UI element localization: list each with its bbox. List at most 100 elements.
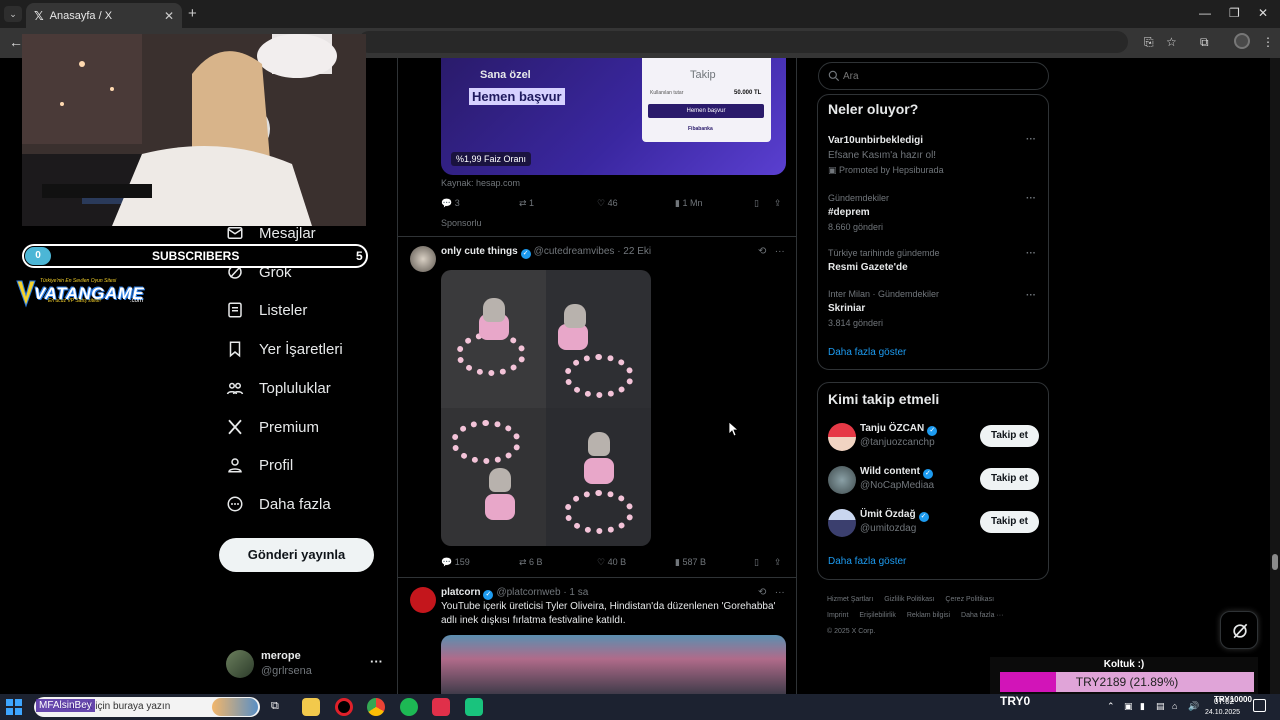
follow-suggestion-name[interactable]: Wild content ✓ — [860, 466, 936, 479]
chrome-menu-icon[interactable]: ⋮ — [1262, 35, 1274, 49]
tab-search-button[interactable]: ⌄ — [4, 6, 22, 22]
post-button[interactable]: Gönderi yayınla — [219, 538, 374, 572]
new-tab-button[interactable]: + — [188, 5, 197, 22]
footer-link[interactable]: Imprint — [827, 612, 848, 619]
footer-link[interactable]: Erişilebilirlik — [859, 612, 896, 619]
post-image[interactable] — [441, 270, 546, 408]
follow-button[interactable]: Takip et — [980, 511, 1039, 533]
avatar[interactable] — [828, 509, 856, 537]
follow-button[interactable]: Takip et — [980, 468, 1039, 490]
views-button[interactable]: ▮ 1 Mn — [675, 198, 702, 209]
grok-icon[interactable]: ⟲ — [758, 246, 766, 257]
page-scrollbar[interactable] — [1270, 58, 1280, 694]
avatar[interactable] — [828, 423, 856, 451]
share-icon[interactable]: ⇪ — [774, 198, 782, 209]
more-options-icon[interactable]: ··· — [1026, 290, 1036, 301]
show-more-link[interactable]: Daha fazla göster — [828, 347, 906, 358]
nav-profile[interactable]: Profil — [226, 453, 293, 477]
trend-name[interactable]: Skriniar — [828, 303, 865, 314]
trend-name[interactable]: Resmi Gazete'de — [828, 262, 908, 273]
bookmark-icon[interactable]: ▯ — [754, 198, 759, 209]
follow-suggestion-name[interactable]: Tanju ÖZCAN ✓ — [860, 423, 940, 436]
tab-close-icon[interactable]: ✕ — [164, 9, 174, 23]
trend-name[interactable]: Var10unbirbekledigi — [828, 135, 923, 146]
avatar[interactable] — [410, 246, 436, 272]
extensions-icon[interactable]: ⧉ — [1200, 35, 1209, 50]
author-name[interactable]: only cute things — [441, 246, 518, 257]
repost-button[interactable]: ⇄ 1 — [519, 198, 534, 209]
install-app-icon[interactable]: ⎘ — [1144, 35, 1154, 50]
account-switcher[interactable]: merope @grlrsena ··· — [226, 648, 386, 684]
taskbar-date[interactable]: 24.10.2025 — [1205, 709, 1240, 716]
search-box[interactable] — [818, 62, 1049, 90]
close-window-button[interactable]: ✕ — [1258, 6, 1268, 20]
like-button[interactable]: ♡ 46 — [597, 198, 618, 209]
windows-start-icon[interactable] — [6, 699, 22, 715]
avatar[interactable] — [410, 587, 436, 613]
nav-more[interactable]: Daha fazla — [226, 492, 331, 516]
reply-button[interactable]: 💬 159 — [441, 557, 470, 568]
search-input[interactable] — [843, 69, 1033, 84]
tray-app-icon[interactable]: ▣ — [1124, 701, 1133, 712]
post-time[interactable]: · 1 sa — [563, 587, 588, 598]
post-image[interactable] — [441, 408, 546, 546]
more-options-icon[interactable]: ··· — [1026, 248, 1036, 259]
network-icon[interactable]: ⌂ — [1172, 701, 1177, 711]
more-options-icon[interactable]: ··· — [370, 654, 383, 669]
ad-source[interactable]: Kaynak: hesap.com — [441, 178, 520, 188]
footer-link[interactable]: Reklam bilgisi — [907, 612, 950, 619]
nav-premium[interactable]: Premium — [226, 415, 319, 439]
author-handle[interactable]: @cutedreamvibes — [534, 246, 615, 257]
more-options-icon[interactable]: ··· — [775, 246, 785, 257]
reply-button[interactable]: 💬 3 — [441, 198, 460, 209]
browser-tab-active[interactable]: 𝕏 Anasayfa / X ✕ — [26, 3, 182, 28]
post-image[interactable] — [546, 270, 651, 408]
post-image[interactable] — [441, 635, 786, 694]
footer-link[interactable]: Çerez Politikası — [945, 596, 994, 603]
app-icon[interactable] — [432, 698, 450, 716]
tab-for-you[interactable]: Sana özel — [480, 69, 531, 81]
author-handle[interactable]: @platcornweb — [496, 587, 560, 598]
follow-suggestion-name[interactable]: Ümit Özdağ ✓ — [860, 509, 932, 522]
follow-button[interactable]: Takip et — [980, 425, 1039, 447]
repost-button[interactable]: ⇄ 6 B — [519, 557, 543, 568]
tab-following[interactable]: Takip — [690, 69, 716, 81]
scrollbar-thumb[interactable] — [1272, 554, 1278, 570]
post-image[interactable] — [546, 408, 651, 546]
avatar[interactable] — [828, 466, 856, 494]
volume-icon[interactable]: 🔊 — [1188, 701, 1199, 712]
footer-link[interactable]: Daha fazla ··· — [961, 612, 1003, 619]
restore-button[interactable]: ❐ — [1229, 6, 1240, 20]
address-bar[interactable] — [358, 31, 1128, 53]
nav-bookmarks[interactable]: Yer İşaretleri — [226, 337, 343, 361]
ad-apply-button[interactable]: Hemen başvur — [648, 104, 764, 118]
spotify-icon[interactable] — [400, 698, 418, 716]
opera-gx-icon[interactable] — [335, 698, 353, 716]
tray-expand-icon[interactable]: ⌃ — [1107, 701, 1115, 712]
task-view-icon[interactable]: ⧉ — [271, 700, 279, 713]
microphone-icon[interactable]: ▮ — [1140, 701, 1145, 712]
grok-floating-button[interactable] — [1220, 611, 1258, 649]
like-button[interactable]: ♡ 40 B — [597, 557, 626, 568]
grok-icon[interactable]: ⟲ — [758, 587, 766, 598]
app-icon[interactable] — [465, 698, 483, 716]
nav-communities[interactable]: Topluluklar — [226, 376, 331, 400]
more-options-icon[interactable]: ··· — [775, 587, 785, 598]
back-arrow-icon[interactable]: ← — [9, 34, 23, 50]
notifications-icon[interactable] — [1253, 699, 1266, 712]
tray-app-icon[interactable]: ▤ — [1156, 701, 1165, 712]
minimize-button[interactable]: — — [1199, 6, 1211, 20]
footer-link[interactable]: Hizmet Şartları — [827, 596, 873, 603]
trend-name[interactable]: #deprem — [828, 207, 870, 218]
post-time[interactable]: · 22 Eki — [617, 246, 651, 257]
more-options-icon[interactable]: ··· — [1026, 134, 1036, 145]
file-explorer-icon[interactable] — [302, 698, 320, 716]
nav-lists[interactable]: Listeler — [226, 298, 307, 322]
show-more-link[interactable]: Daha fazla göster — [828, 556, 906, 567]
chrome-profile-avatar[interactable] — [1234, 33, 1250, 49]
post-image-grid[interactable] — [441, 270, 651, 546]
bookmark-icon[interactable]: ▯ — [754, 557, 759, 568]
more-options-icon[interactable]: ··· — [1026, 193, 1036, 204]
chrome-icon[interactable] — [367, 698, 385, 716]
author-name[interactable]: platcorn — [441, 587, 480, 598]
